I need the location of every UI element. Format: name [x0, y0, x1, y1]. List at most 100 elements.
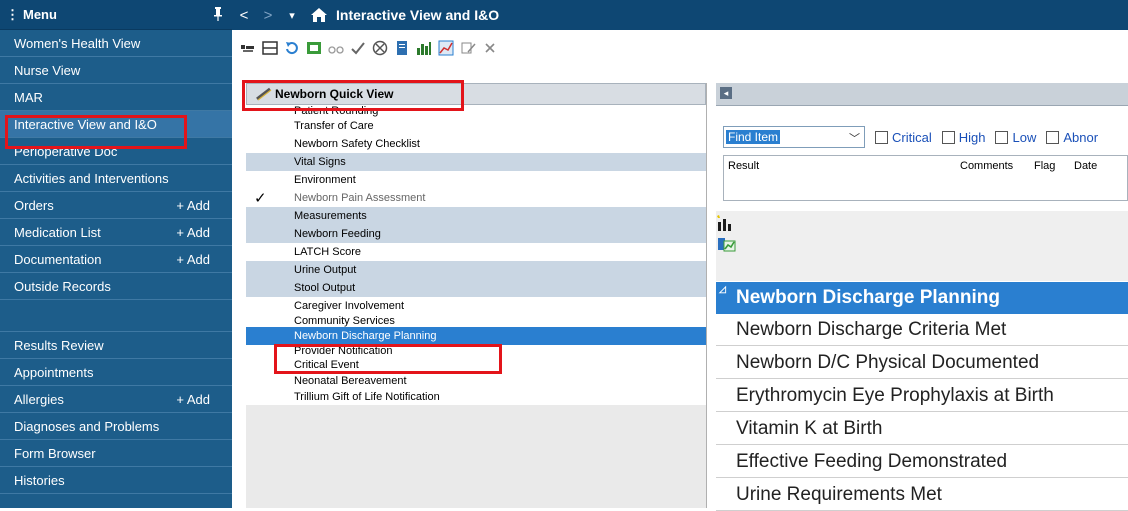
history-dropdown-icon[interactable]: ▾	[280, 9, 304, 22]
bar-chart-icon[interactable]	[416, 40, 432, 56]
add-orders-button[interactable]: + Add	[176, 198, 210, 213]
filter-critical-checkbox[interactable]: Critical	[875, 130, 932, 145]
row-vitamin-k[interactable]: Vitamin K at Birth	[716, 413, 1128, 445]
glasses-icon[interactable]	[328, 40, 344, 56]
table-view-icon[interactable]	[262, 40, 278, 56]
band-transfer-of-care[interactable]: Transfer of Care	[246, 117, 706, 135]
checkbox-label: Abnor	[1063, 129, 1099, 145]
column-result[interactable]: Result	[728, 160, 759, 172]
back-button[interactable]: <	[232, 7, 256, 24]
row-dc-physical-documented[interactable]: Newborn D/C Physical Documented	[716, 347, 1128, 379]
add-medication-button[interactable]: + Add	[176, 225, 210, 240]
band-newborn-pain-assessment[interactable]: ✓ Newborn Pain Assessment	[246, 189, 706, 207]
find-item-dropdown[interactable]: Find Item ﹀	[723, 126, 865, 148]
nav-documentation[interactable]: Documentation + Add	[0, 246, 232, 273]
nav-activities-interventions[interactable]: Activities and Interventions	[0, 165, 232, 192]
band-label: Stool Output	[294, 282, 356, 294]
nav-label: MAR	[14, 89, 43, 105]
band-label: Trillium Gift of Life Notification	[294, 391, 440, 403]
nav-form-browser[interactable]: Form Browser	[0, 440, 232, 467]
add-documentation-button[interactable]: + Add	[176, 252, 210, 267]
nav-allergies[interactable]: Allergies + Add	[0, 386, 232, 413]
band-list: Patient Rounding Transfer of Care Newbor…	[246, 105, 706, 405]
sign-check-icon[interactable]	[350, 40, 366, 56]
nav-label: Appointments	[14, 364, 94, 380]
band-provider-notification[interactable]: Provider Notification	[246, 345, 706, 357]
filter-low-checkbox[interactable]: Low	[995, 130, 1036, 145]
row-erythromycin-eye-prophylaxis[interactable]: Erythromycin Eye Prophylaxis at Birth	[716, 380, 1128, 412]
band-environment[interactable]: Environment	[246, 171, 706, 189]
scroll-left-icon[interactable]: ◂	[720, 87, 732, 99]
band-newborn-safety-checklist[interactable]: Newborn Safety Checklist	[246, 135, 706, 153]
trend-chart-icon[interactable]	[438, 40, 454, 56]
home-icon[interactable]	[310, 7, 328, 23]
column-date[interactable]: Date	[1074, 160, 1097, 172]
checkbox-box	[1046, 130, 1060, 144]
section-header-newborn-discharge-planning[interactable]: ◿ Newborn Discharge Planning	[716, 282, 1128, 314]
menu-header: ⋮ Menu	[0, 0, 232, 30]
forward-button[interactable]: >	[256, 7, 280, 24]
add-allergies-button[interactable]: + Add	[176, 392, 210, 407]
checkbox-box	[875, 130, 888, 144]
refresh-icon[interactable]	[284, 40, 300, 56]
row-discharge-criteria-met[interactable]: Newborn Discharge Criteria Met	[716, 314, 1128, 346]
band-patient-rounding[interactable]: Patient Rounding	[246, 105, 706, 117]
nav-mar[interactable]: MAR	[0, 84, 232, 111]
nav-results-review[interactable]: Results Review	[0, 332, 232, 359]
navigator-icon[interactable]	[240, 40, 256, 56]
band-label: Neonatal Bereavement	[294, 375, 407, 387]
band-newborn-discharge-planning[interactable]: Newborn Discharge Planning	[246, 327, 706, 345]
nav-label: Outside Records	[14, 278, 111, 294]
band-icon	[256, 87, 272, 101]
nav-nurse-view[interactable]: Nurse View	[0, 57, 232, 84]
band-latch-score[interactable]: LATCH Score	[246, 243, 706, 261]
nav-outside-records[interactable]: Outside Records	[0, 273, 232, 300]
section-title: Newborn Discharge Planning	[736, 287, 1000, 308]
band-caregiver-involvement[interactable]: Caregiver Involvement	[246, 297, 706, 315]
nav-appointments[interactable]: Appointments	[0, 359, 232, 386]
graph-icon[interactable]	[716, 235, 736, 253]
nav-histories[interactable]: Histories	[0, 467, 232, 494]
document-icon[interactable]	[394, 40, 410, 56]
row-effective-feeding[interactable]: Effective Feeding Demonstrated	[716, 446, 1128, 478]
flowsheet-icon[interactable]	[306, 40, 322, 56]
quick-view-header[interactable]: Newborn Quick View	[246, 83, 706, 105]
nav-womens-health-view[interactable]: Women's Health View	[0, 30, 232, 57]
band-label: Transfer of Care	[294, 120, 374, 132]
row-urine-requirements[interactable]: Urine Requirements Met	[716, 479, 1128, 511]
band-measurements[interactable]: Measurements	[246, 207, 706, 225]
filter-abnormal-checkbox[interactable]: Abnor	[1046, 130, 1098, 145]
band-label: Newborn Feeding	[294, 228, 381, 240]
checkbox-box	[941, 130, 955, 144]
nav-perioperative-doc[interactable]: Perioperative Doc	[0, 138, 232, 165]
nav-orders[interactable]: Orders + Add	[0, 192, 232, 219]
cancel-circle-icon[interactable]	[372, 40, 388, 56]
nav-label: Results Review	[14, 337, 104, 353]
documentation-panel: ◂ Find Item ﹀ Critical High Low Abnor Re…	[716, 83, 1128, 511]
row-label: Vitamin K at Birth	[736, 417, 883, 439]
band-urine-output[interactable]: Urine Output	[246, 261, 706, 279]
column-flag[interactable]: Flag	[1034, 160, 1055, 172]
band-vital-signs[interactable]: Vital Signs	[246, 153, 706, 171]
row-label: Erythromycin Eye Prophylaxis at Birth	[736, 384, 1054, 406]
close-icon[interactable]	[482, 40, 498, 56]
edit-icon[interactable]	[460, 40, 476, 56]
band-critical-event[interactable]: Critical Event	[246, 357, 706, 373]
band-community-services[interactable]: Community Services	[246, 315, 706, 327]
filter-high-checkbox[interactable]: High	[941, 130, 985, 145]
band-newborn-feeding[interactable]: Newborn Feeding	[246, 225, 706, 243]
pin-icon[interactable]	[214, 7, 222, 21]
column-comments[interactable]: Comments	[960, 160, 1013, 172]
nav-label: Perioperative Doc	[14, 143, 118, 159]
bar-chart-icon[interactable]	[716, 215, 734, 231]
nav-interactive-view[interactable]: Interactive View and I&O	[0, 111, 232, 138]
quick-view-title: Newborn Quick View	[275, 87, 394, 101]
collapse-triangle-icon[interactable]: ◿	[719, 284, 726, 295]
band-trillium-gift-of-life[interactable]: Trillium Gift of Life Notification	[246, 389, 706, 405]
band-stool-output[interactable]: Stool Output	[246, 279, 706, 297]
nav-label: Nurse View	[14, 62, 81, 78]
band-neonatal-bereavement[interactable]: Neonatal Bereavement	[246, 373, 706, 389]
nav-medication-list[interactable]: Medication List + Add	[0, 219, 232, 246]
band-label: Newborn Discharge Planning	[294, 330, 437, 342]
nav-diagnoses-problems[interactable]: Diagnoses and Problems	[0, 413, 232, 440]
